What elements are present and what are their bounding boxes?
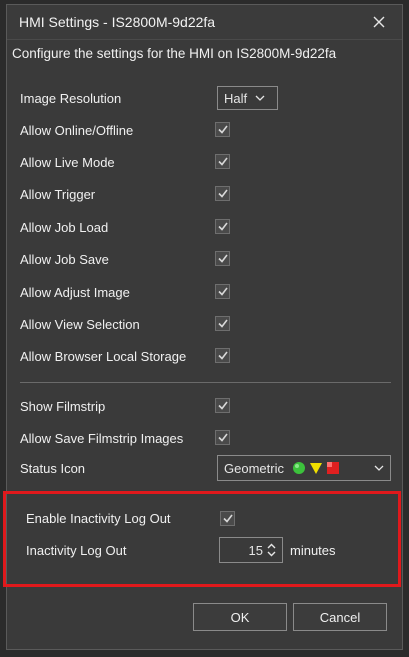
allow-trigger-row: Allow Trigger: [20, 181, 95, 207]
allow-browser-local-storage-row: Allow Browser Local Storage: [20, 343, 186, 369]
check-icon: [222, 514, 233, 523]
allow-live-mode-checkbox[interactable]: [215, 154, 230, 169]
allow-view-selection-checkbox[interactable]: [215, 316, 230, 331]
allow-trigger-label: Allow Trigger: [20, 186, 96, 202]
image-resolution-select[interactable]: Half: [217, 86, 278, 110]
check-icon: [217, 319, 228, 328]
check-icon: [217, 287, 228, 296]
section-divider: [20, 382, 391, 383]
red-square-icon: [326, 462, 339, 474]
check-icon: [217, 157, 228, 166]
title-bar: HMI Settings - IS2800M-9d22fa: [7, 5, 402, 40]
allow-online-offline-checkbox[interactable]: [215, 122, 230, 137]
dialog-subtitle: Configure the settings for the HMI on IS…: [12, 46, 337, 61]
allow-job-save-row: Allow Job Save: [20, 246, 109, 272]
status-icon-label: Status Icon: [20, 460, 86, 476]
chevron-down-icon: [374, 465, 384, 471]
allow-save-filmstrip-checkbox[interactable]: [215, 430, 230, 445]
status-icon-row: Status Icon: [20, 455, 85, 481]
check-icon: [217, 433, 228, 442]
dialog-title: HMI Settings - IS2800M-9d22fa: [19, 14, 216, 30]
allow-view-selection-label: Allow View Selection: [20, 316, 140, 332]
check-icon: [217, 401, 228, 410]
yellow-triangle-icon: [309, 463, 322, 474]
allow-adjust-image-label: Allow Adjust Image: [20, 284, 130, 300]
enable-inactivity-label: Enable Inactivity Log Out: [26, 510, 171, 526]
show-filmstrip-row: Show Filmstrip: [20, 393, 105, 419]
allow-job-load-checkbox[interactable]: [215, 219, 230, 234]
allow-trigger-checkbox[interactable]: [215, 186, 230, 201]
ok-button[interactable]: OK: [193, 603, 287, 631]
image-resolution-value: Half: [224, 90, 248, 106]
image-resolution-row: Image Resolution: [20, 85, 121, 111]
allow-adjust-image-row: Allow Adjust Image: [20, 279, 130, 305]
minutes-unit-row: minutes: [290, 537, 336, 563]
allow-browser-local-storage-label: Allow Browser Local Storage: [20, 348, 187, 364]
allow-browser-local-storage-checkbox[interactable]: [215, 348, 230, 363]
allow-job-save-label: Allow Job Save: [20, 251, 109, 267]
chevron-down-icon[interactable]: [267, 551, 276, 557]
check-icon: [217, 189, 228, 198]
inactivity-logout-row: Inactivity Log Out: [26, 537, 126, 563]
enable-inactivity-checkbox[interactable]: [220, 511, 235, 526]
status-icons-preview: [292, 461, 340, 475]
allow-save-filmstrip-row: Allow Save Filmstrip Images: [20, 425, 183, 451]
allow-online-offline-row: Allow Online/Offline: [20, 117, 133, 143]
allow-online-offline-label: Allow Online/Offline: [20, 122, 134, 138]
show-filmstrip-checkbox[interactable]: [215, 398, 230, 413]
allow-view-selection-row: Allow View Selection: [20, 311, 140, 337]
check-icon: [217, 222, 228, 231]
allow-live-mode-label: Allow Live Mode: [20, 154, 115, 170]
allow-save-filmstrip-label: Allow Save Filmstrip Images: [20, 430, 184, 446]
stepper-arrows[interactable]: [267, 543, 282, 557]
inactivity-logout-value[interactable]: 15: [220, 543, 267, 558]
close-icon: [373, 16, 385, 28]
green-circle-icon: [292, 462, 305, 474]
image-resolution-label: Image Resolution: [20, 90, 122, 106]
close-button[interactable]: [366, 9, 392, 35]
chevron-up-icon[interactable]: [267, 543, 276, 549]
allow-job-load-label: Allow Job Load: [20, 219, 109, 235]
allow-adjust-image-checkbox[interactable]: [215, 284, 230, 299]
chevron-down-icon: [255, 95, 265, 101]
enable-inactivity-row: Enable Inactivity Log Out: [26, 505, 171, 531]
inactivity-logout-stepper[interactable]: 15: [219, 537, 283, 563]
check-icon: [217, 125, 228, 134]
check-icon: [217, 351, 228, 360]
allow-job-load-row: Allow Job Load: [20, 214, 108, 240]
cancel-button[interactable]: Cancel: [293, 603, 387, 631]
status-icon-select[interactable]: Geometric: [217, 455, 391, 481]
allow-live-mode-row: Allow Live Mode: [20, 149, 115, 175]
allow-job-save-checkbox[interactable]: [215, 251, 230, 266]
minutes-unit-label: minutes: [290, 542, 336, 558]
status-icon-value: Geometric: [224, 460, 284, 476]
show-filmstrip-label: Show Filmstrip: [20, 398, 106, 414]
inactivity-logout-label: Inactivity Log Out: [26, 542, 127, 558]
check-icon: [217, 254, 228, 263]
